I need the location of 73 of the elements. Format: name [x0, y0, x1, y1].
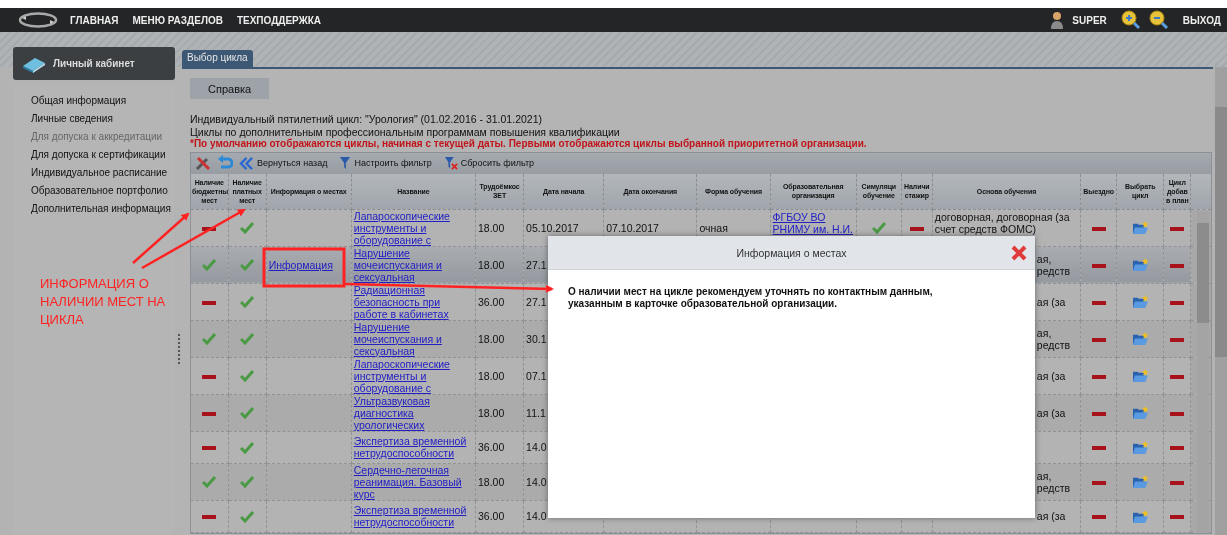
- sidebar-item[interactable]: Общая информация: [31, 92, 127, 110]
- toolbar-button[interactable]: Настроить фильтр: [339, 156, 432, 170]
- table-cell: 14.0: [526, 475, 547, 488]
- table-cell: 18.00: [478, 475, 505, 488]
- zoom-in-icon[interactable]: [1120, 10, 1141, 30]
- logout-link[interactable]: ВЫХОД: [1182, 14, 1221, 26]
- sidebar-item[interactable]: Для допуска к сертификации: [31, 146, 166, 164]
- table-cell: ая (за: [1036, 406, 1066, 419]
- table-cell: 36.00: [478, 295, 505, 308]
- table-cell: 14.0: [526, 510, 547, 522]
- tab[interactable]: Выбор цикла: [182, 50, 253, 67]
- folder-star-icon[interactable]: [1131, 257, 1149, 272]
- annotation-text: ИНФОРМАЦИЯ О НАЛИЧИИ МЕСТ НА ЦИКЛА: [40, 275, 167, 329]
- help-button[interactable]: Справка: [190, 78, 270, 99]
- table-cell: 18.00: [478, 221, 505, 234]
- nav-link[interactable]: МЕНЮ РАЗДЕЛОВ: [132, 14, 223, 26]
- table-cell: 11.1: [526, 406, 546, 419]
- folder-star-icon[interactable]: [1131, 405, 1149, 420]
- ring-logo-icon[interactable]: [18, 12, 58, 28]
- table-cell: 18.00: [478, 406, 505, 419]
- table-cell: 18.00: [478, 332, 505, 345]
- folder-star-icon[interactable]: [1131, 331, 1149, 346]
- table-cell: договорная, договорная (за счет средств ФОМС): [934, 210, 1070, 235]
- funnel-icon: [339, 156, 352, 170]
- table-cell: ая, редств: [1036, 252, 1071, 277]
- folder-star-icon[interactable]: [1131, 439, 1149, 455]
- sidebar-item[interactable]: Индивидуальное расписание: [31, 164, 168, 182]
- dialog-message: О наличии мест на цикле рекомендуем уточнять по контактным данным, указанным в карточке образовательной организации.: [567, 285, 934, 310]
- close-icon[interactable]: [1011, 245, 1027, 261]
- table-cell: ая, редств: [1036, 326, 1071, 351]
- sidebar-title: Личный кабинет: [53, 58, 135, 69]
- table-cell: 18.00: [478, 258, 505, 271]
- nav-link[interactable]: ТЕХПОДДЕРЖКА: [236, 14, 322, 26]
- table-cell: 27.1: [526, 258, 547, 271]
- folder-star-icon[interactable]: [1131, 474, 1149, 489]
- notice-text: *По умолчанию отображаются циклы, начиная с текущей даты. Первыми отображаются циклы выбранной приоритетной организации.: [190, 138, 868, 151]
- table-cell: ая (за: [1036, 369, 1066, 382]
- table-cell: очная: [699, 221, 728, 234]
- table-cell: ая (за: [1036, 295, 1066, 308]
- sidebar-item[interactable]: Личные сведения: [31, 110, 113, 128]
- table-cell: 07.1: [526, 369, 547, 382]
- table-cell: 36.00: [478, 510, 505, 522]
- folder-star-icon[interactable]: [1131, 220, 1149, 235]
- tools-icon[interactable]: [195, 155, 211, 171]
- table-scrollbar[interactable]: [1197, 210, 1209, 533]
- toolbar-button[interactable]: Сбросить фильтр: [443, 156, 535, 170]
- table-cell: 05.10.2017: [526, 221, 579, 234]
- page-scrollbar[interactable]: [1215, 67, 1227, 535]
- folder-star-icon[interactable]: [1131, 294, 1149, 309]
- table-cell: ая (за: [1036, 510, 1066, 522]
- info-text: Индивидуальный пятилетний цикл: "Урология" (01.02.2016 - 31.01.2021): [190, 113, 543, 126]
- table-cell: 30.1: [526, 332, 547, 345]
- table-cell: 27.1: [526, 295, 547, 308]
- organization-link[interactable]: ФГБОУ ВО РНИМУ им. Н.И.: [772, 210, 854, 235]
- toolbar-button[interactable]: Вернуться назад: [239, 156, 328, 170]
- table-cell: 14.0: [526, 441, 547, 453]
- sidebar-item[interactable]: Образовательное портфолио: [31, 182, 168, 200]
- dialog-title: Информация о местах: [736, 246, 847, 259]
- table-cell: 18.00: [478, 369, 505, 382]
- nav-link[interactable]: ГЛАВНАЯ: [70, 14, 119, 26]
- double-chevron-icon: [239, 156, 254, 170]
- info-text: Циклы по дополнительным профессиональным программам повышения квалификации: [190, 125, 620, 138]
- table-cell: 07.10.2017: [606, 221, 659, 234]
- user-icon: [1050, 11, 1065, 29]
- table-cell: 36.00: [478, 441, 505, 453]
- folder-star-icon[interactable]: [1131, 508, 1149, 524]
- user-name: SUPER: [1072, 14, 1107, 26]
- table-cell: ая, редств: [1036, 469, 1071, 494]
- sidebar-item[interactable]: Дополнительная информация: [31, 200, 171, 218]
- funnel-cross-icon: [443, 156, 458, 170]
- zoom-out-icon[interactable]: [1148, 10, 1169, 30]
- folder-star-icon[interactable]: [1131, 368, 1149, 383]
- sidebar-header[interactable]: Личный кабинет: [13, 47, 175, 80]
